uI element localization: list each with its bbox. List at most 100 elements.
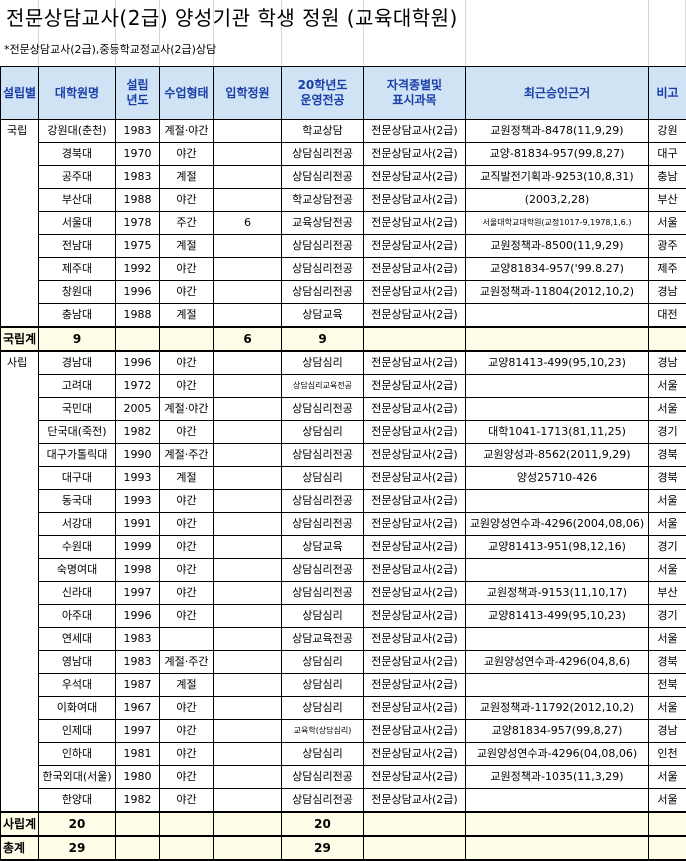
approval-cell: 교직발전기획과-9253(10,8,31) (466, 166, 649, 189)
approval-cell: 교원정책과-8478(11,9,29) (466, 120, 649, 143)
major-cell: 상담심리 (282, 651, 364, 674)
major-cell: 상담교육전공 (282, 628, 364, 651)
total-row: 사립계2020 (1, 812, 686, 836)
establishment-type-cell: 국립 (1, 120, 39, 328)
major-cell: 상담심리 (282, 421, 364, 444)
major-cell: 교육학(상담심리) (282, 720, 364, 743)
certificate-cell: 전문상담교사(2급) (364, 789, 466, 813)
total-major-count: 20 (282, 812, 364, 836)
founded-year-cell: 1991 (116, 513, 160, 536)
school-name-cell: 인하대 (39, 743, 116, 766)
certificate-cell: 전문상담교사(2급) (364, 375, 466, 398)
class-mode-cell: 야간 (160, 513, 214, 536)
class-mode-cell: 야간 (160, 536, 214, 559)
class-mode-cell: 계절·주간 (160, 444, 214, 467)
certificate-cell: 전문상담교사(2급) (364, 559, 466, 582)
major-cell: 상담심리전공 (282, 166, 364, 189)
major-cell: 상담심리 (282, 467, 364, 490)
admission-quota-cell (214, 789, 282, 813)
class-mode-cell: 계절·야간 (160, 120, 214, 143)
certificate-cell: 전문상담교사(2급) (364, 467, 466, 490)
school-name-cell: 경북대 (39, 143, 116, 166)
school-name-cell: 연세대 (39, 628, 116, 651)
approval-cell: 교양81834-957('99.8.27) (466, 258, 649, 281)
total-empty-cell (649, 836, 686, 860)
region-note-cell: 경남 (649, 351, 686, 375)
table-row: 충남대1988계절상담교육전문상담교사(2급)대전 (1, 304, 686, 328)
school-name-cell: 아주대 (39, 605, 116, 628)
total-major-count: 29 (282, 836, 364, 860)
approval-cell: 교원양성과-8562(2011,9,29) (466, 444, 649, 467)
major-cell: 상담심리 (282, 605, 364, 628)
major-cell: 상담심리전공 (282, 235, 364, 258)
school-name-cell: 전남대 (39, 235, 116, 258)
certificate-cell: 전문상담교사(2급) (364, 490, 466, 513)
region-note-cell: 서울 (649, 490, 686, 513)
table-row: 제주대1992야간상담심리전공전문상담교사(2급)교양81834-957('99… (1, 258, 686, 281)
school-name-cell: 공주대 (39, 166, 116, 189)
admission-quota-cell (214, 258, 282, 281)
region-note-cell: 인천 (649, 743, 686, 766)
admission-quota-cell (214, 351, 282, 375)
founded-year-cell: 1998 (116, 559, 160, 582)
founded-year-cell: 1983 (116, 166, 160, 189)
region-note-cell: 전북 (649, 674, 686, 697)
certificate-cell: 전문상담교사(2급) (364, 166, 466, 189)
total-school-count: 9 (39, 327, 116, 351)
quota-table: 설립별대학원명설립년도수업형태입학정원20학년도운영전공자격종별및표시과목최근승… (0, 66, 686, 861)
approval-cell: 교원정책과-11804(2012,10,2) (466, 281, 649, 304)
approval-cell (466, 304, 649, 328)
table-row: 동국대1993야간상담심리전공전문상담교사(2급)서울 (1, 490, 686, 513)
major-cell: 상담심리전공 (282, 398, 364, 421)
approval-cell (466, 398, 649, 421)
region-note-cell: 충남 (649, 166, 686, 189)
region-note-cell: 경기 (649, 605, 686, 628)
establishment-type-cell: 사립 (1, 351, 39, 812)
founded-year-cell: 1970 (116, 143, 160, 166)
admission-quota-cell (214, 490, 282, 513)
major-cell: 상담심리전공 (282, 258, 364, 281)
major-cell: 상담심리 (282, 743, 364, 766)
founded-year-cell: 1996 (116, 605, 160, 628)
admission-quota-cell (214, 304, 282, 328)
founded-year-cell: 1999 (116, 536, 160, 559)
certificate-cell: 전문상담교사(2급) (364, 720, 466, 743)
class-mode-cell: 주간 (160, 212, 214, 235)
founded-year-cell: 1993 (116, 490, 160, 513)
class-mode-cell: 야간 (160, 281, 214, 304)
region-note-cell: 광주 (649, 235, 686, 258)
region-note-cell: 제주 (649, 258, 686, 281)
founded-year-cell: 1990 (116, 444, 160, 467)
approval-cell: 교원양성연수과-4296(04,8,6) (466, 651, 649, 674)
approval-cell: 서울대학교대학원(교정1017-9,1978,1,6.) (466, 212, 649, 235)
class-mode-cell: 야간 (160, 421, 214, 444)
table-row: 창원대1996야간상담심리전공전문상담교사(2급)교원정책과-11804(201… (1, 281, 686, 304)
region-note-cell: 경기 (649, 536, 686, 559)
region-note-cell: 서울 (649, 628, 686, 651)
table-row: 전남대1975계절상담심리전공전문상담교사(2급)교원정책과-8500(11,9… (1, 235, 686, 258)
school-name-cell: 대구대 (39, 467, 116, 490)
total-empty-cell (116, 327, 160, 351)
total-school-count: 20 (39, 812, 116, 836)
approval-cell (466, 789, 649, 813)
certificate-cell: 전문상담교사(2급) (364, 536, 466, 559)
founded-year-cell: 1983 (116, 628, 160, 651)
table-row: 인제대1997야간교육학(상담심리)전문상담교사(2급)교양81834-957(… (1, 720, 686, 743)
column-header: 20학년도운영전공 (282, 67, 364, 120)
class-mode-cell: 야간 (160, 720, 214, 743)
table-row: 고려대1972야간상담심리교육전공전문상담교사(2급)서울 (1, 375, 686, 398)
column-header: 설립별 (1, 67, 39, 120)
column-header: 입학정원 (214, 67, 282, 120)
certificate-cell: 전문상담교사(2급) (364, 120, 466, 143)
school-name-cell: 동국대 (39, 490, 116, 513)
founded-year-cell: 1988 (116, 304, 160, 328)
school-name-cell: 인제대 (39, 720, 116, 743)
admission-quota-cell (214, 766, 282, 789)
region-note-cell: 서울 (649, 513, 686, 536)
table-row: 단국대(죽전)1982야간상담심리전문상담교사(2급)대학1041-1713(8… (1, 421, 686, 444)
major-cell: 상담심리전공 (282, 513, 364, 536)
total-empty-cell (649, 327, 686, 351)
certificate-cell: 전문상담교사(2급) (364, 304, 466, 328)
approval-cell (466, 674, 649, 697)
total-empty-cell (466, 327, 649, 351)
